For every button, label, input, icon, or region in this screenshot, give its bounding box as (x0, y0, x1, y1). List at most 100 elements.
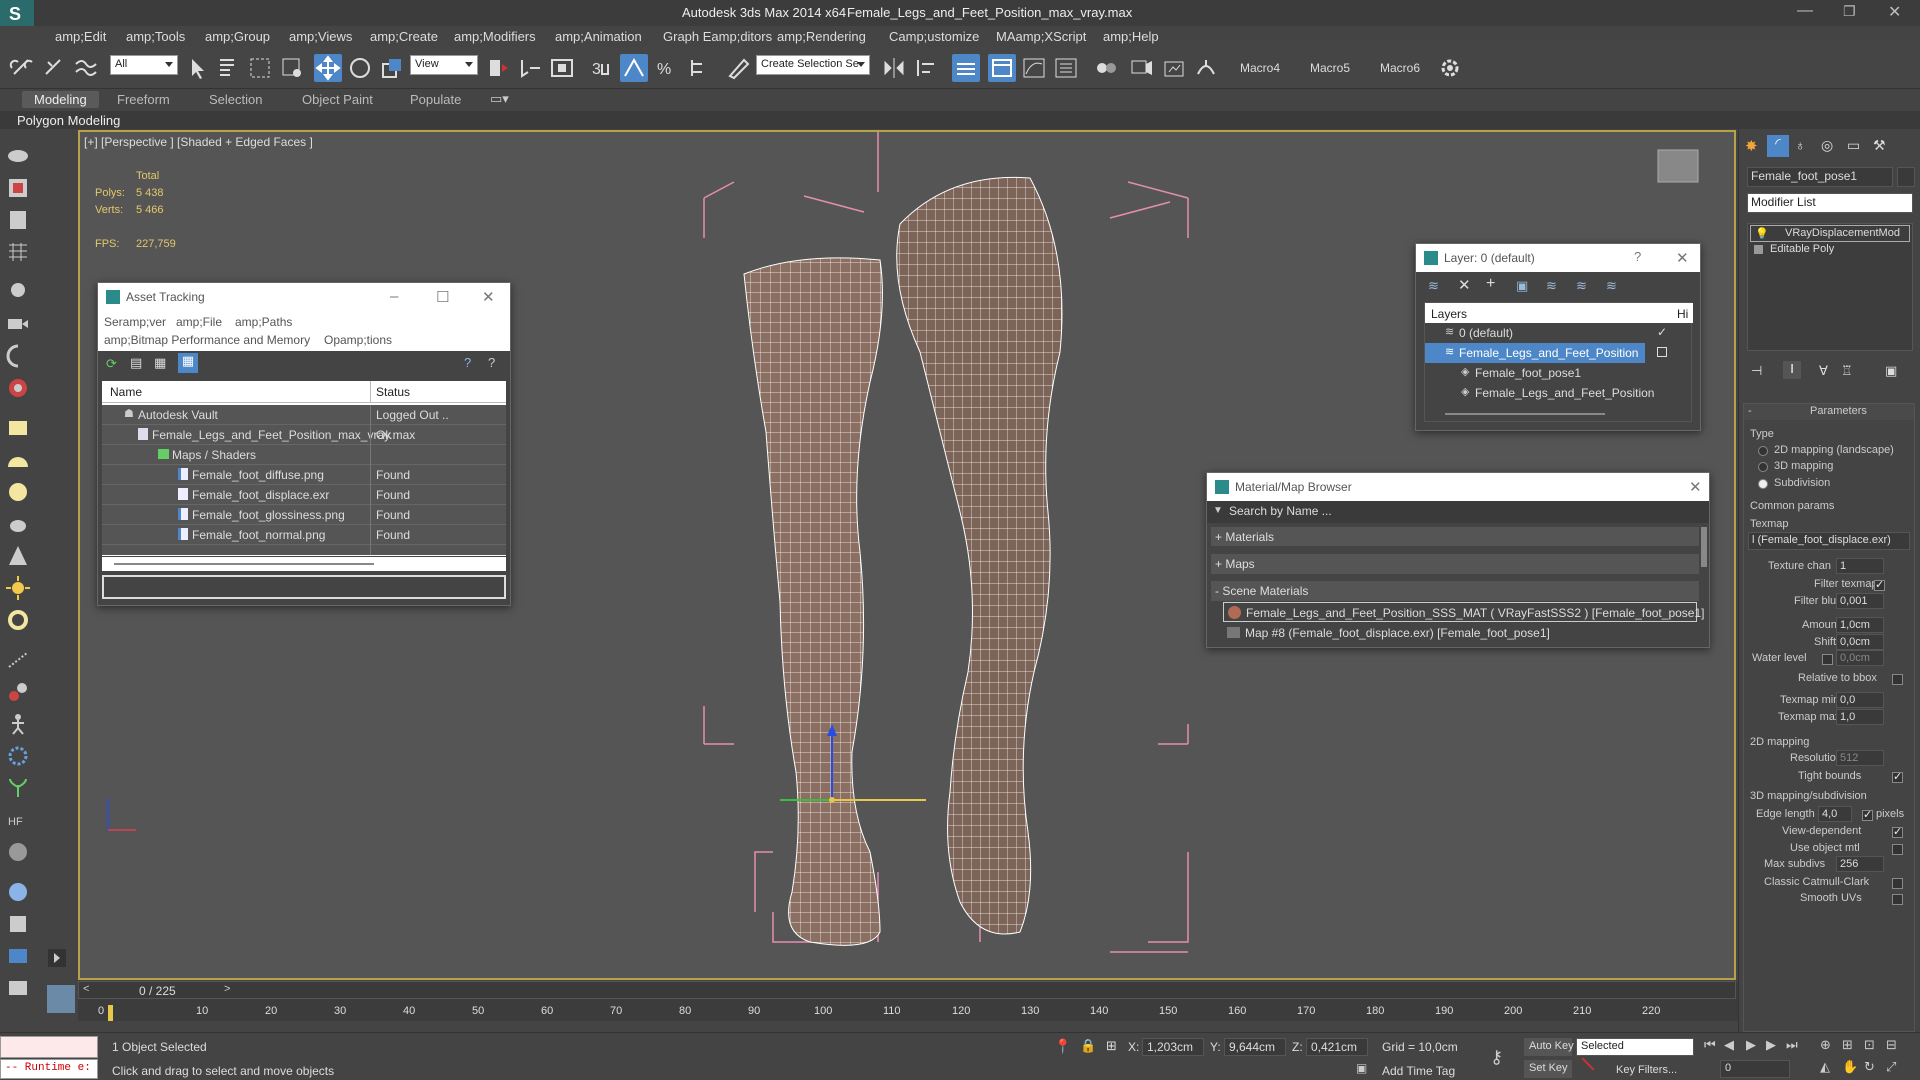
named-selection-dropdown[interactable]: Create Selection Se (756, 55, 870, 75)
render-setup-icon[interactable] (1128, 54, 1156, 82)
smooth-uvs-checkbox[interactable] (1892, 894, 1903, 905)
current-frame-field[interactable]: 0 (1720, 1060, 1790, 1078)
close-icon[interactable]: ✕ (1888, 2, 1901, 22)
menu-paths[interactable]: amp;Paths (235, 315, 292, 335)
prev-key-icon[interactable]: ◀ (1724, 1037, 1734, 1053)
play-icon[interactable]: ▶ (1746, 1037, 1756, 1053)
pivot-center-icon[interactable] (484, 54, 512, 82)
layer-scrollbar[interactable] (1445, 413, 1605, 415)
next-frame-icon[interactable]: > (224, 983, 230, 995)
texture-chan-spinner[interactable]: 1 (1836, 558, 1884, 574)
tab-freeform[interactable]: Freeform (117, 92, 170, 107)
menu-group[interactable]: amp;Group (205, 29, 270, 44)
mesh-icon[interactable] (5, 839, 31, 865)
max-subdivs-spinner[interactable]: 256 (1836, 856, 1884, 872)
select-objects-icon[interactable]: ▣ (1516, 278, 1528, 294)
menu-views[interactable]: amp;Views (289, 29, 352, 44)
resolution-spinner[interactable]: 512 (1836, 750, 1884, 766)
utilities-tab-icon[interactable]: ⚒ (1873, 137, 1886, 154)
box-icon[interactable] (5, 415, 31, 441)
maximize-viewport-icon[interactable]: ⤢ (1886, 1059, 1896, 1075)
column-name[interactable]: Name (110, 385, 142, 405)
restore-icon[interactable]: ❐ (1843, 3, 1856, 20)
object-color-swatch[interactable] (1897, 167, 1915, 187)
browser-scrollbar[interactable] (1701, 527, 1707, 567)
zoom-extents-all-icon[interactable]: ⊟ (1886, 1037, 1897, 1053)
modify-tab-icon[interactable]: ◜ (1767, 135, 1789, 157)
modifier-item[interactable]: 💡 VRayDisplacementMod (1750, 225, 1910, 242)
material-editor-icon[interactable] (1092, 54, 1120, 82)
link-icon[interactable] (8, 54, 36, 82)
keyboard-shortcut-override-icon[interactable] (548, 54, 576, 82)
dynamics-icon[interactable] (5, 679, 31, 705)
render-icon[interactable] (5, 943, 31, 969)
pan-icon[interactable]: ✋ (1842, 1059, 1858, 1075)
lock-selection-icon[interactable]: 🔒 (1080, 1038, 1096, 1054)
menu-help[interactable]: amp;Help (1103, 29, 1159, 44)
help-icon[interactable]: ? (464, 355, 471, 370)
materials-section[interactable]: + Materials (1211, 527, 1699, 547)
catmull-clark-checkbox[interactable] (1892, 878, 1903, 889)
water-level-spinner[interactable]: 0,0cm (1836, 650, 1884, 666)
modifier-item[interactable]: Editable Poly (1750, 242, 1910, 259)
search-options-icon[interactable]: ▼ (1213, 505, 1223, 516)
help-icon[interactable]: ? (1634, 249, 1641, 264)
tab-object-paint[interactable]: Object Paint (302, 92, 373, 107)
ball-icon[interactable] (5, 879, 31, 905)
configure-sets-icon[interactable]: ▣ (1885, 363, 1897, 379)
add-time-tag-button[interactable]: Add Time Tag (1382, 1064, 1455, 1078)
light-icon[interactable] (5, 279, 31, 305)
texmap-button[interactable]: l (Female_foot_displace.exr) (1748, 532, 1910, 550)
zoom-extents-icon[interactable]: ⊡ (1864, 1037, 1875, 1053)
menu-modifiers[interactable]: amp;Modifiers (454, 29, 536, 44)
pixels-checkbox[interactable] (1862, 808, 1873, 821)
select-object-icon[interactable] (184, 54, 212, 82)
set-key-icon[interactable]: ⚷ (1490, 1047, 1503, 1068)
menu-file[interactable]: amp;File (176, 315, 222, 335)
bind-space-warp-icon[interactable] (72, 54, 100, 82)
use-object-mtl-checkbox[interactable] (1892, 844, 1903, 855)
help-options-icon[interactable]: ? (488, 355, 495, 370)
layer-visibility-box[interactable] (1657, 347, 1667, 357)
time-tag-icon[interactable]: ▣ (1356, 1061, 1367, 1075)
material-item[interactable]: Female_Legs_and_Feet_Position_SSS_MAT ( … (1223, 602, 1704, 622)
delete-layer-icon[interactable]: ✕ (1458, 276, 1471, 294)
amount-spinner[interactable]: 1,0cm (1836, 617, 1884, 633)
layer-row-selected[interactable]: ≋ Female_Legs_and_Feet_Position (1425, 343, 1645, 363)
show-end-result-icon[interactable]: I (1783, 361, 1801, 379)
select-by-name-icon[interactable] (214, 54, 242, 82)
gear-tool-icon[interactable] (5, 743, 31, 769)
x-coordinate-field[interactable]: 1,203cm (1142, 1038, 1204, 1056)
pin-stack-icon[interactable]: ⊣ (1751, 363, 1762, 379)
auto-key-button[interactable]: Auto Key (1524, 1038, 1574, 1056)
render-production-icon[interactable] (1192, 54, 1220, 82)
cone-icon[interactable] (5, 543, 31, 569)
object-row[interactable]: ◈ Female_foot_pose1 (1425, 363, 1693, 383)
particle-icon[interactable] (5, 647, 31, 673)
absolute-mode-icon[interactable]: ⊞ (1106, 1038, 1117, 1054)
unlink-icon[interactable] (40, 54, 68, 82)
layer-explorer-icon[interactable] (5, 175, 31, 201)
create-tab-icon[interactable]: ✸ (1745, 137, 1758, 155)
goto-end-icon[interactable]: ⏭ (1786, 1037, 1798, 1053)
active-layer-check-icon[interactable]: ✓ (1657, 325, 1667, 339)
time-slider[interactable]: < 0 / 225 > (78, 981, 1736, 999)
scene-materials-section[interactable]: - Scene Materials (1211, 581, 1699, 601)
grid-icon[interactable] (5, 239, 31, 265)
container-icon[interactable] (5, 143, 31, 169)
close-icon[interactable]: ✕ (1676, 249, 1689, 267)
orbit-icon[interactable]: ↻ (1864, 1059, 1875, 1075)
camera-icon[interactable] (5, 311, 31, 337)
system-icon[interactable] (5, 375, 31, 401)
view-dependent-checkbox[interactable] (1892, 825, 1903, 838)
percent-snap-icon[interactable]: % (652, 54, 680, 82)
z-coordinate-field[interactable]: 0,421cm (1306, 1038, 1368, 1056)
make-unique-icon[interactable]: ∀ (1819, 363, 1828, 379)
table-row[interactable]: Maps / Shaders (102, 445, 506, 465)
selection-filter-dropdown[interactable]: All (110, 55, 178, 75)
select-manipulate-icon[interactable] (516, 54, 544, 82)
hierarchy-tab-icon[interactable]: ♁ (1795, 137, 1806, 153)
close-icon[interactable]: ✕ (482, 288, 495, 306)
select-rotate-icon[interactable] (346, 54, 374, 82)
expand-arrow-icon[interactable] (48, 949, 66, 967)
